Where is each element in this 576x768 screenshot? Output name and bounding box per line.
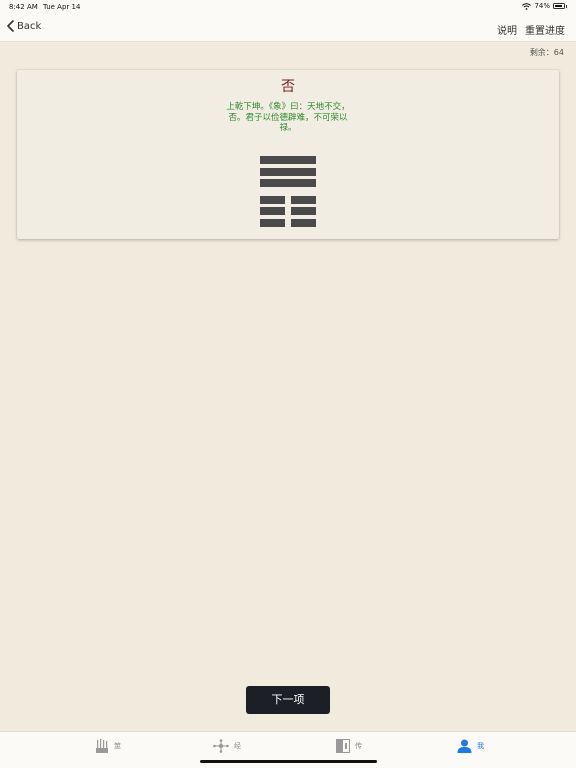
battery-fill — [555, 5, 563, 7]
line-segment — [260, 207, 285, 215]
book-icon — [336, 739, 350, 753]
yin-line — [260, 207, 316, 215]
back-label: Back — [17, 20, 42, 32]
line-segment — [291, 195, 316, 204]
nav-actions: 说明 重置进度 — [497, 22, 565, 37]
battery-tip — [566, 4, 567, 8]
status-right: 74% — [522, 2, 567, 10]
tab-commentary[interactable]: 传 — [336, 739, 362, 753]
instructions-button[interactable]: 说明 — [497, 22, 517, 37]
status-date: Tue Apr 14 — [43, 3, 81, 11]
line-segment — [291, 218, 316, 227]
next-item-button[interactable]: 下一项 — [246, 686, 330, 714]
tab-label: 筮 — [114, 742, 121, 750]
battery-percent: 74% — [534, 2, 550, 10]
yang-line — [260, 156, 316, 164]
line-segment — [260, 195, 285, 204]
back-button[interactable]: Back — [7, 20, 41, 32]
hexagram-lines — [260, 156, 316, 230]
yarrow-stalks-icon — [96, 739, 108, 753]
wifi-icon — [522, 2, 532, 10]
remaining-count: 剩余：64 — [529, 48, 564, 57]
line-segment — [291, 207, 316, 215]
yin-line — [260, 195, 316, 204]
tab-label: 传 — [355, 742, 362, 750]
line-segment — [260, 167, 316, 176]
chevron-left-icon — [7, 20, 14, 32]
yang-line — [260, 179, 316, 187]
tab-classic[interactable]: 经 — [213, 739, 241, 753]
hexagram-card: 否 上乾下坤。《象》曰：天地不交，否。君子以俭德辟难，不可荣以禄。 — [17, 70, 559, 239]
person-icon — [457, 739, 472, 753]
yin-line — [260, 218, 316, 227]
reset-progress-button[interactable]: 重置进度 — [525, 22, 565, 37]
status-time: 8:42 AM — [9, 3, 38, 11]
hexagram-text: 上乾下坤。《象》曰：天地不交，否。君子以俭德辟难，不可荣以禄。 — [226, 102, 350, 133]
line-segment — [260, 179, 316, 187]
tab-label: 我 — [477, 742, 484, 750]
home-indicator — [200, 760, 377, 763]
tab-label: 经 — [234, 742, 241, 750]
network-icon — [213, 739, 229, 753]
yang-line — [260, 167, 316, 176]
tab-me[interactable]: 我 — [457, 739, 484, 753]
line-segment — [260, 156, 316, 164]
hexagram-name: 否 — [281, 79, 295, 95]
status-bar: 8:42 AM Tue Apr 14 74% — [0, 0, 576, 14]
battery-icon — [553, 3, 565, 9]
line-segment — [260, 218, 285, 227]
tab-divination[interactable]: 筮 — [95, 739, 121, 753]
navigation-bar: Back 说明 重置进度 — [0, 14, 576, 42]
